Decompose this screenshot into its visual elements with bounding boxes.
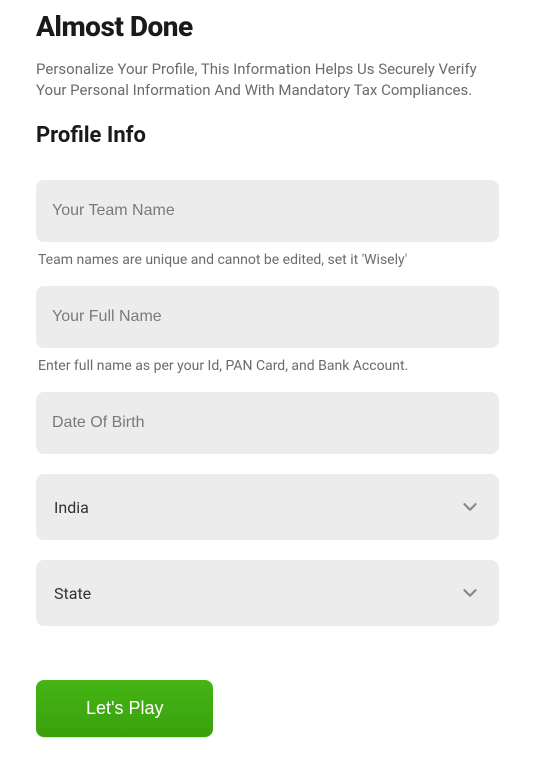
country-select[interactable]: India xyxy=(36,474,499,540)
chevron-down-icon xyxy=(459,496,481,518)
section-title-profile: Profile Info xyxy=(36,123,499,148)
full-name-helper: Enter full name as per your Id, PAN Card… xyxy=(36,358,499,374)
dob-input[interactable] xyxy=(36,392,499,454)
dob-group xyxy=(36,392,499,454)
state-select-value: State xyxy=(54,584,91,603)
page-title: Almost Done xyxy=(36,10,499,43)
chevron-down-icon xyxy=(459,582,481,604)
lets-play-button[interactable]: Let's Play xyxy=(36,680,213,737)
country-group: India xyxy=(36,474,499,540)
state-group: State xyxy=(36,560,499,626)
state-select[interactable]: State xyxy=(36,560,499,626)
team-name-helper: Team names are unique and cannot be edit… xyxy=(36,252,499,268)
country-select-value: India xyxy=(54,498,89,517)
team-name-input[interactable] xyxy=(36,180,499,242)
full-name-input[interactable] xyxy=(36,286,499,348)
full-name-group: Enter full name as per your Id, PAN Card… xyxy=(36,286,499,374)
page-subtitle: Personalize Your Profile, This Informati… xyxy=(36,59,499,101)
team-name-group: Team names are unique and cannot be edit… xyxy=(36,180,499,268)
